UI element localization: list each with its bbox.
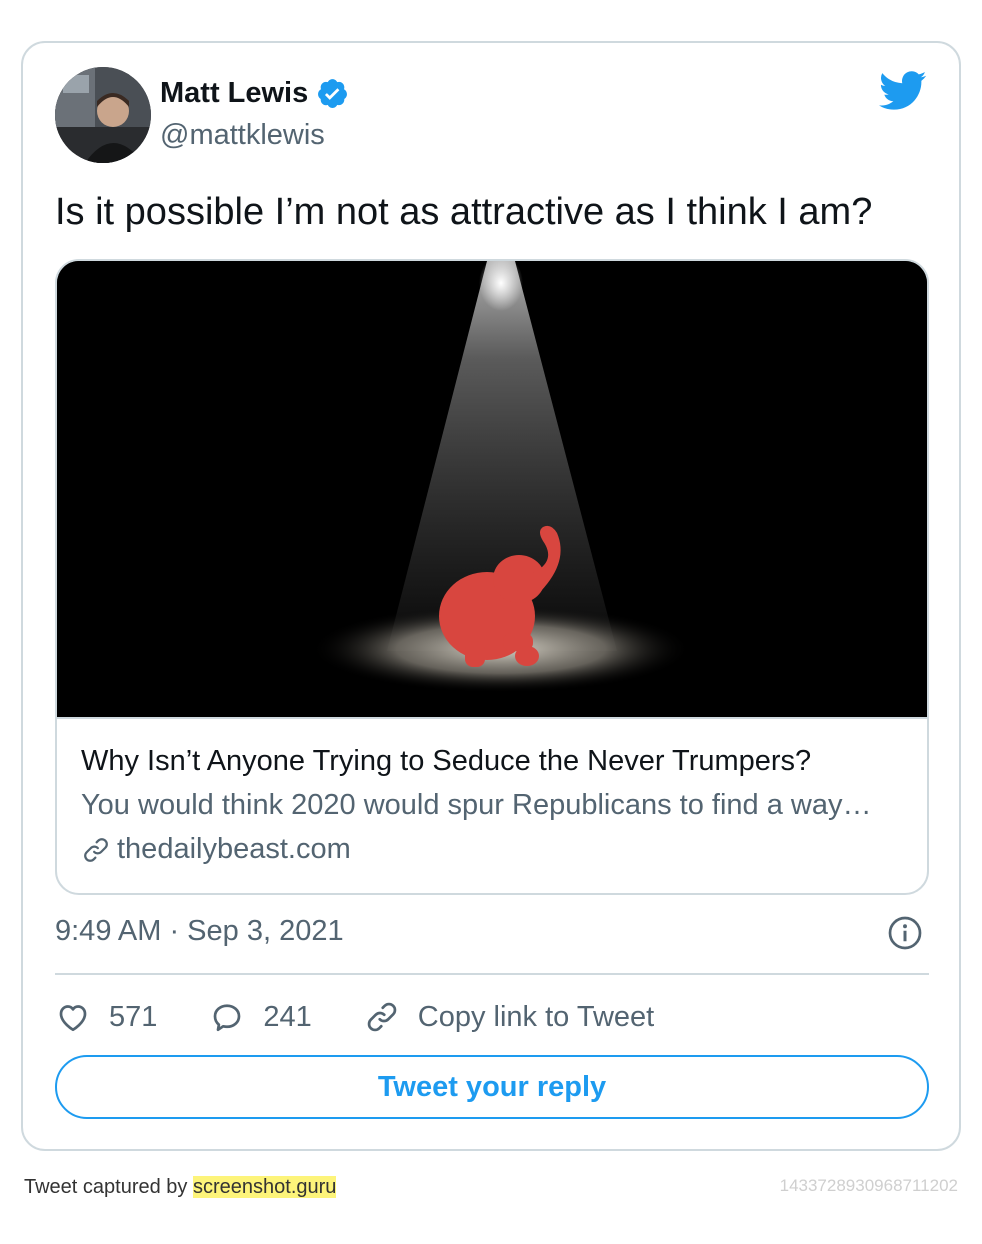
author-handle[interactable]: @mattklewis <box>160 119 325 152</box>
copy-link-icon <box>367 1002 397 1032</box>
author-name[interactable]: Matt Lewis <box>160 77 349 110</box>
link-preview-description: You would think 2020 would spur Republic… <box>81 789 872 821</box>
link-domain-text: thedailybeast.com <box>117 833 351 865</box>
reply-bubble-icon <box>214 1004 241 1032</box>
divider <box>55 973 929 975</box>
info-icon[interactable] <box>887 915 923 951</box>
capture-credit-brand[interactable]: screenshot.guru <box>192 1176 337 1198</box>
link-icon <box>84 837 108 862</box>
copy-link-button[interactable]: Copy link to Tweet <box>364 999 654 1035</box>
action-bar: 571 241 Copy link to Tweet <box>55 995 706 1039</box>
link-preview-title[interactable]: Why Isn’t Anyone Trying to Seduce the Ne… <box>81 745 811 778</box>
reply-count: 241 <box>263 1000 312 1033</box>
reply-button[interactable]: 241 <box>209 999 312 1035</box>
link-preview-image[interactable] <box>57 261 927 717</box>
tweet-text: Is it possible I’m not as attractive as … <box>55 191 873 233</box>
like-count: 571 <box>109 1000 158 1033</box>
tweet-id: 1433728930968711202 <box>779 1176 958 1195</box>
tweet-your-reply-button[interactable]: Tweet your reply <box>55 1055 929 1119</box>
copy-link-label: Copy link to Tweet <box>417 1000 655 1033</box>
link-preview-card[interactable]: Why Isn’t Anyone Trying to Seduce the Ne… <box>55 259 929 895</box>
author-name-text: Matt Lewis <box>160 77 309 109</box>
heart-icon <box>59 1005 87 1032</box>
tweet-card: Matt Lewis @mattklewis Is it possible I’… <box>21 41 961 1151</box>
link-preview-domain: thedailybeast.com <box>81 833 351 866</box>
verified-badge-icon <box>318 79 348 108</box>
link-preview-divider <box>57 717 927 719</box>
capture-credit: Tweet captured by screenshot.guru <box>24 1176 337 1199</box>
tweet-timestamp[interactable]: 9:49 AM · Sep 3, 2021 <box>55 915 344 948</box>
twitter-bird-icon[interactable] <box>879 71 927 111</box>
like-button[interactable]: 571 <box>55 999 157 1035</box>
avatar[interactable] <box>55 67 151 163</box>
capture-credit-prefix: Tweet captured by <box>24 1176 193 1198</box>
